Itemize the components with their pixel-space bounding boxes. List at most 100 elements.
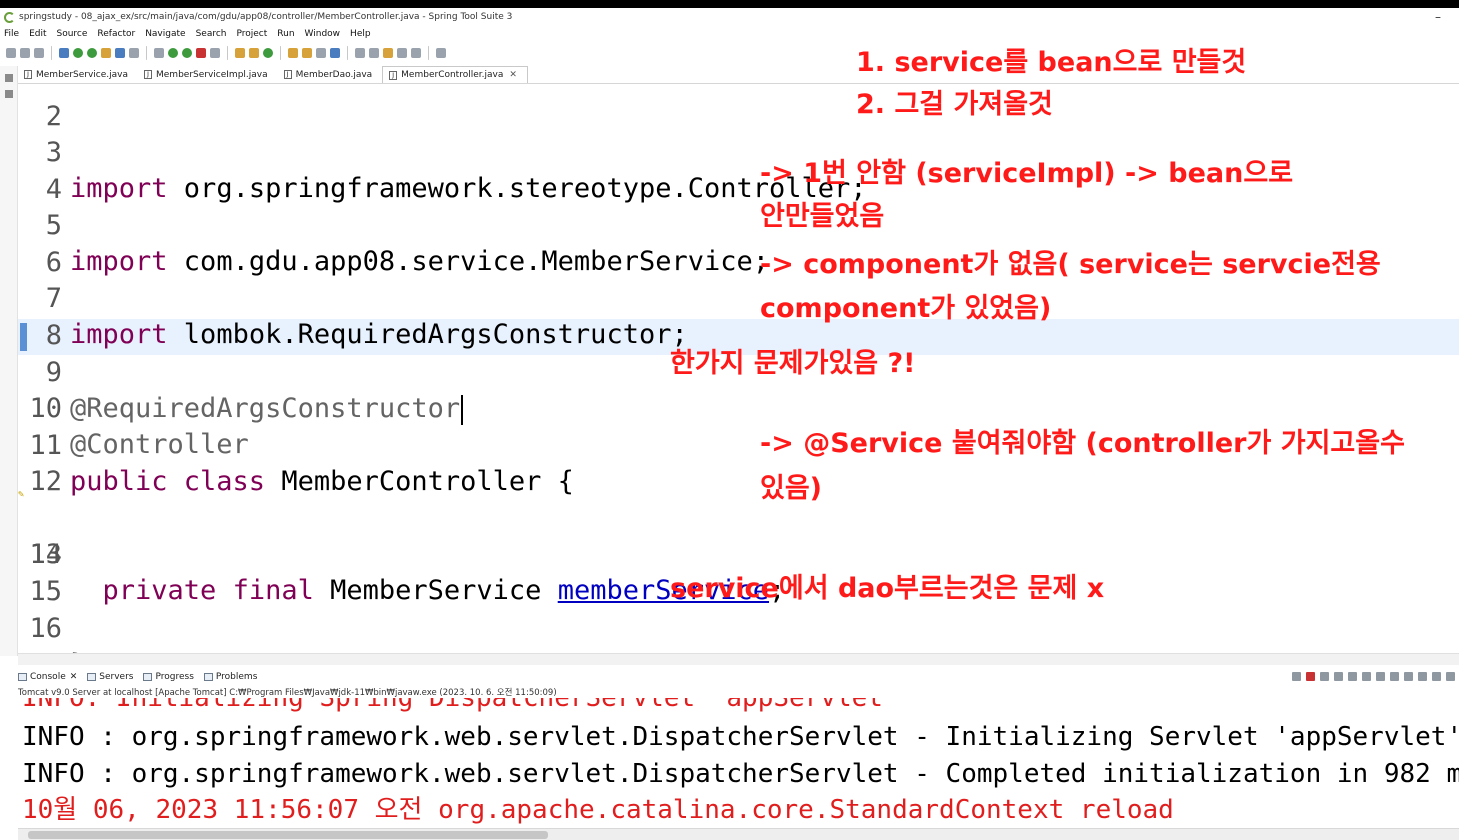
spring-tool-suite-icon: [4, 11, 15, 23]
tab-memberserviceimpl[interactable]: J MemberServiceImpl.java: [138, 66, 278, 83]
show-on-stdout-icon[interactable]: [1390, 672, 1399, 681]
java-file-icon: J: [24, 70, 32, 79]
save-icon[interactable]: [20, 48, 30, 58]
window-title: springstudy - 08_ajax_ex/src/main/java/c…: [19, 12, 513, 22]
tab-label: Problems: [215, 672, 258, 682]
menu-help[interactable]: Help: [350, 29, 371, 39]
refresh-icon[interactable]: [87, 48, 97, 58]
last-edit-location-icon[interactable]: [383, 48, 393, 58]
search-icon[interactable]: [316, 48, 326, 58]
clear-console-icon[interactable]: [1348, 672, 1357, 681]
tab-memberdao[interactable]: J MemberDao.java: [278, 66, 383, 83]
debug-icon[interactable]: [154, 48, 164, 58]
servers-icon: [87, 673, 97, 681]
tab-progress[interactable]: Progress: [143, 672, 194, 682]
menu-window[interactable]: Window: [305, 29, 341, 39]
console-icon: [18, 673, 27, 681]
tab-problems[interactable]: Problems: [203, 672, 258, 682]
problems-icon: [203, 673, 213, 681]
scroll-lock-icon[interactable]: [1362, 672, 1371, 681]
console-line: 10월 06, 2023 11:56:07 오전 org.apache.cata…: [22, 795, 1174, 825]
new-icon[interactable]: [6, 48, 16, 58]
minimize-button[interactable]: –: [1435, 10, 1441, 24]
tab-label: Servers: [99, 672, 134, 682]
menu-refactor[interactable]: Refactor: [97, 29, 135, 39]
tab-label: MemberDao.java: [295, 69, 373, 80]
show-on-stderr-icon[interactable]: [1404, 672, 1413, 681]
previous-annotation-icon[interactable]: [369, 48, 379, 58]
note-step-1: 1. service를 bean으로 만들것: [856, 47, 1247, 78]
stop-icon[interactable]: [196, 48, 206, 58]
console-horizontal-scrollbar[interactable]: [18, 828, 1459, 840]
remove-all-icon[interactable]: [1334, 672, 1343, 681]
run-icon[interactable]: [168, 48, 178, 58]
external-tools-icon[interactable]: [210, 48, 220, 58]
outline-icon[interactable]: [5, 90, 13, 98]
open-console-icon[interactable]: [1432, 672, 1441, 681]
close-icon[interactable]: ✕: [70, 672, 78, 682]
spring-boot-icon[interactable]: [73, 48, 83, 58]
pin-console-icon[interactable]: [1292, 672, 1301, 681]
menu-file[interactable]: File: [4, 29, 19, 39]
coverage-icon[interactable]: [182, 48, 192, 58]
back-icon[interactable]: [397, 48, 407, 58]
tab-memberservice[interactable]: J MemberService.java: [18, 66, 138, 83]
package-explorer-icon[interactable]: [5, 74, 13, 82]
tab-label: MemberServiceImpl.java: [156, 69, 268, 80]
new-class-icon[interactable]: [249, 48, 259, 58]
globe-icon[interactable]: [330, 48, 340, 58]
minimize-view-icon[interactable]: [1446, 672, 1455, 681]
java-file-icon: J: [144, 70, 152, 79]
tab-servers[interactable]: Servers: [87, 672, 133, 682]
code-line: 14: [18, 501, 1459, 570]
terminate-icon[interactable]: [1306, 672, 1315, 681]
word-wrap-icon[interactable]: [1376, 672, 1385, 681]
code-line: 8: [18, 282, 1459, 351]
console-tab-bar: Console ✕ Servers Progress Problems: [18, 668, 1459, 686]
code-line: 17: [18, 611, 1459, 653]
note-explanation-2a: -> component가 없음( service는 servcie전용: [760, 249, 1381, 280]
note-explanation-1a: -> 1번 안함 (serviceImpl) -> bean으로: [760, 158, 1294, 189]
note-problem: 한가지 문제가있음 ?!: [670, 348, 916, 379]
new-java-project-icon[interactable]: [263, 48, 273, 58]
open-perspective-icon[interactable]: [59, 48, 69, 58]
next-annotation-icon[interactable]: [355, 48, 365, 58]
save-all-icon[interactable]: [34, 48, 44, 58]
tab-label: MemberService.java: [36, 69, 128, 80]
pin-editor-icon[interactable]: [436, 48, 446, 58]
toggle-block-icon[interactable]: [129, 48, 139, 58]
menu-navigate[interactable]: Navigate: [145, 29, 185, 39]
tab-label: Console: [30, 672, 66, 682]
editor-horizontal-scrollbar[interactable]: [18, 653, 1459, 665]
console-output[interactable]: INFO: Initializing Spring DispatcherServ…: [18, 698, 1459, 828]
menu-project[interactable]: Project: [236, 29, 267, 39]
left-trim-stack: [0, 66, 18, 656]
console-line: INFO : org.springframework.web.servlet.D…: [22, 722, 1459, 752]
code-line: 6: [18, 209, 1459, 278]
screen-top-border: [0, 0, 1459, 8]
menu-bar: File Edit Source Refactor Navigate Searc…: [0, 26, 1459, 42]
mark-occurrences-icon[interactable]: [115, 48, 125, 58]
tab-membercontroller[interactable]: J MemberController.java ✕: [382, 66, 528, 83]
code-line: 2: [18, 85, 1459, 132]
note-explanation-1b: 안만들었음: [760, 201, 885, 232]
menu-edit[interactable]: Edit: [29, 29, 46, 39]
note-explanation-2b: component가 있었음): [760, 293, 1052, 324]
menu-source[interactable]: Source: [57, 29, 88, 39]
toolbar-divider: [51, 46, 52, 60]
tab-label: Progress: [155, 672, 194, 682]
close-icon[interactable]: ✕: [509, 70, 517, 80]
progress-icon: [143, 673, 153, 681]
tab-console[interactable]: Console ✕: [18, 672, 77, 682]
menu-search[interactable]: Search: [196, 29, 227, 39]
remove-launch-icon[interactable]: [1320, 672, 1329, 681]
scrollbar-thumb[interactable]: [28, 831, 548, 839]
console-line: INFO : org.springframework.web.servlet.D…: [22, 759, 1459, 789]
open-task-icon[interactable]: [302, 48, 312, 58]
open-type-icon[interactable]: [288, 48, 298, 58]
new-package-icon[interactable]: [235, 48, 245, 58]
highlight-icon[interactable]: [101, 48, 111, 58]
forward-icon[interactable]: [411, 48, 421, 58]
menu-run[interactable]: Run: [277, 29, 294, 39]
display-console-icon[interactable]: [1418, 672, 1427, 681]
